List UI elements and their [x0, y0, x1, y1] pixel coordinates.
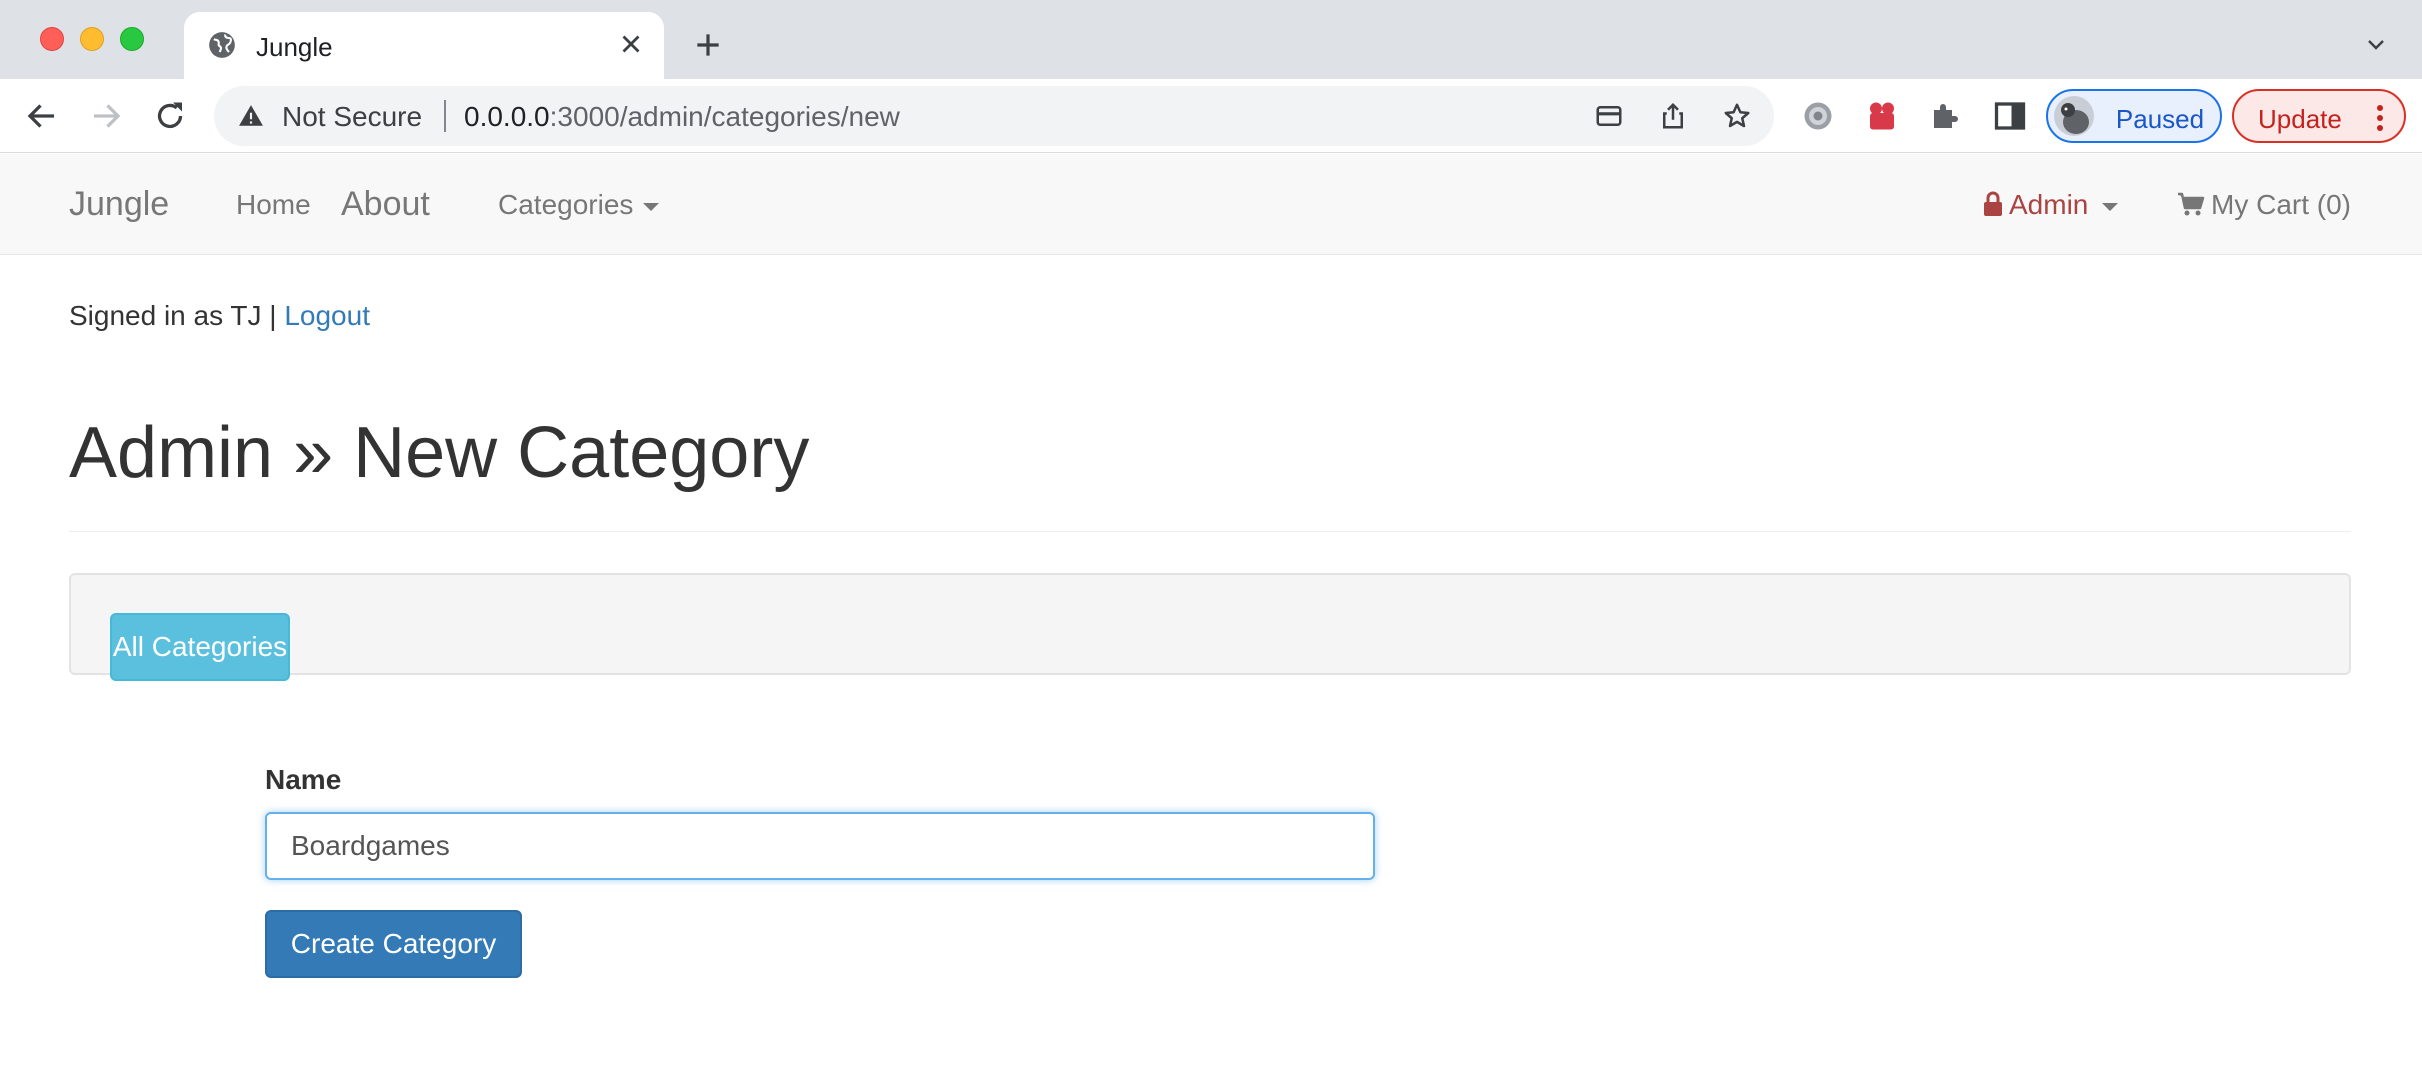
caret-down-icon — [643, 202, 660, 211]
profile-button[interactable]: Paused — [2046, 89, 2222, 143]
address-bar[interactable]: Not Secure 0.0.0.0:3000/admin/categories… — [214, 86, 1774, 146]
maximize-window-button[interactable] — [120, 27, 144, 51]
brand-link[interactable]: Jungle — [69, 185, 169, 224]
card-icon[interactable] — [1594, 101, 1624, 131]
extension-camera-icon[interactable] — [1864, 98, 1900, 134]
globe-icon — [209, 32, 235, 58]
caret-down-icon — [2102, 202, 2119, 211]
security-label[interactable]: Not Secure — [282, 101, 422, 133]
name-label: Name — [265, 764, 342, 795]
browser-tab[interactable]: Jungle — [184, 12, 664, 79]
title-divider — [69, 531, 2351, 532]
browser-toolbar: Not Secure 0.0.0.0:3000/admin/categories… — [0, 79, 2422, 153]
web-page: Jungle Home About Categories Admin My Ca… — [0, 154, 2422, 1076]
admin-label: Admin — [2009, 189, 2089, 220]
bookmark-star-icon[interactable] — [1722, 101, 1752, 131]
update-button[interactable]: Update — [2232, 89, 2406, 143]
side-panel-icon[interactable] — [1992, 98, 2028, 134]
more-vertical-icon[interactable] — [2376, 104, 2384, 132]
back-arrow-icon[interactable] — [24, 98, 60, 134]
minimize-window-button[interactable] — [80, 27, 104, 51]
pigeon-avatar-icon — [2061, 103, 2089, 134]
admin-dropdown[interactable]: Admin — [1983, 189, 2119, 221]
close-tab-icon[interactable] — [616, 29, 646, 59]
url-host: 0.0.0.0 — [464, 101, 550, 132]
profile-status-label: Paused — [2115, 104, 2205, 134]
forward-arrow-icon[interactable] — [88, 98, 124, 134]
name-input[interactable]: Boardgames — [265, 812, 1375, 880]
extensions-puzzle-icon[interactable] — [1928, 98, 1964, 134]
new-tab-icon[interactable] — [692, 29, 724, 61]
all-categories-button[interactable]: All Categories — [110, 613, 290, 681]
url-path: :3000/admin/categories/new — [549, 101, 900, 132]
tab-title: Jungle — [256, 32, 333, 62]
create-category-button[interactable]: Create Category — [265, 910, 522, 978]
nav-home-link[interactable]: Home — [236, 189, 311, 221]
lock-icon — [1984, 191, 2002, 216]
cart-link[interactable]: My Cart (0) — [2177, 189, 2351, 221]
share-icon[interactable] — [1658, 101, 1688, 131]
signed-in-text: Signed in as TJ | — [69, 300, 285, 331]
shopping-cart-icon — [2178, 192, 2205, 216]
nav-about-link[interactable]: About — [341, 185, 430, 224]
actions-well: All Categories — [69, 573, 2351, 681]
extension-gear-icon[interactable] — [1800, 98, 1836, 134]
signed-in-status: Signed in as TJ | Logout — [69, 300, 370, 332]
address-separator — [444, 100, 446, 132]
update-label: Update — [2258, 104, 2342, 134]
avatar — [2054, 96, 2094, 136]
cart-label: My Cart (0) — [2211, 189, 2351, 220]
close-window-button[interactable] — [40, 27, 64, 51]
chevron-down-icon[interactable] — [2362, 33, 2390, 57]
reload-icon[interactable] — [152, 98, 188, 134]
logout-link[interactable]: Logout — [284, 300, 370, 331]
categories-dropdown[interactable]: Categories — [498, 189, 660, 221]
url-text[interactable]: 0.0.0.0:3000/admin/categories/new — [464, 101, 900, 133]
site-navbar: Jungle Home About Categories Admin My Ca… — [0, 154, 2422, 255]
categories-label: Categories — [498, 189, 634, 220]
page-title: Admin » New Category — [69, 413, 810, 493]
warning-icon[interactable] — [238, 103, 264, 129]
browser-tab-strip: Jungle — [0, 0, 2422, 79]
